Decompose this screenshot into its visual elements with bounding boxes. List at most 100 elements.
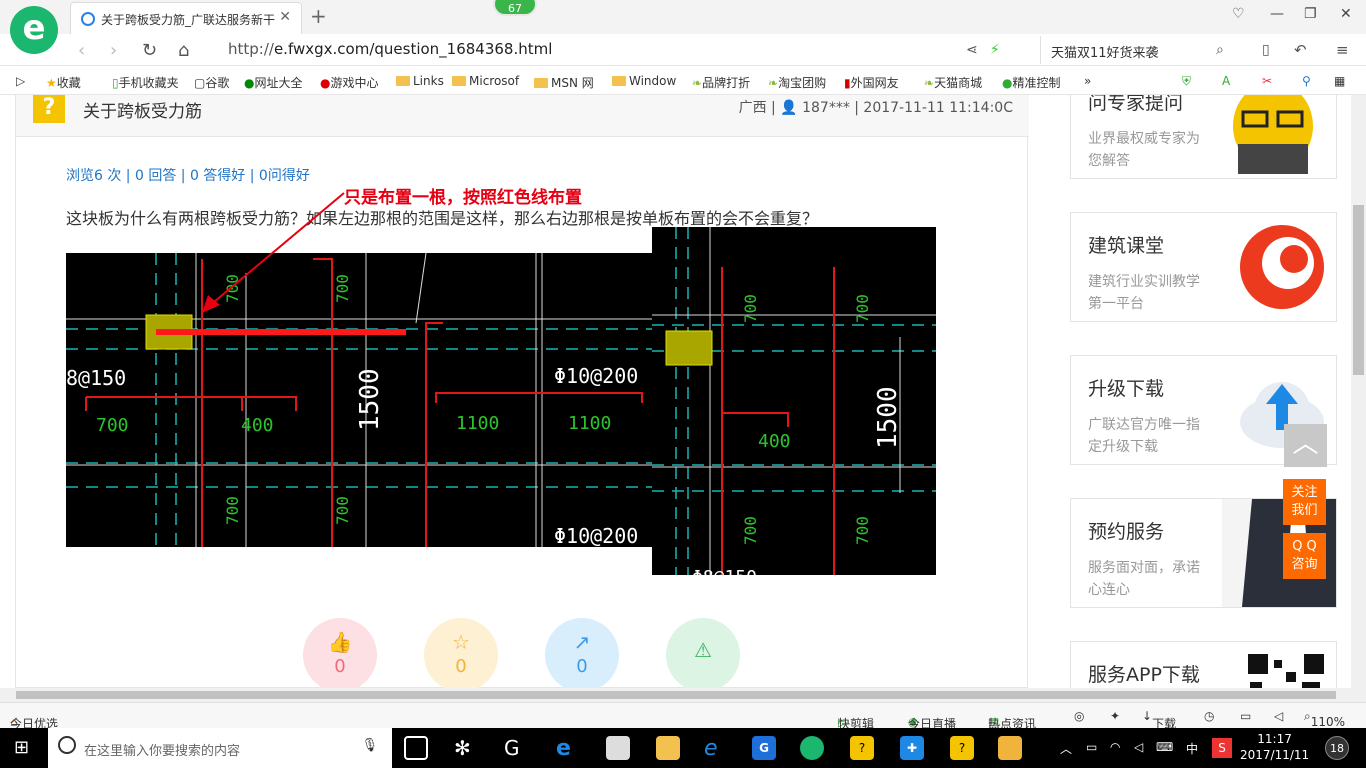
app-download-card[interactable]: 服务APP下载 <box>1070 641 1337 688</box>
glodon-app-icon[interactable]: G <box>752 736 776 760</box>
battery-icon[interactable]: ▭ <box>1086 740 1097 754</box>
minimize-button[interactable]: — <box>1270 6 1284 22</box>
download-link[interactable]: ↓ 下载 <box>1142 709 1176 731</box>
question-app-icon-2[interactable]: ? <box>950 736 974 760</box>
like-button[interactable]: 👍 0 <box>303 618 377 688</box>
bookmark-precise[interactable]: ●精准控制 <box>1002 74 1061 91</box>
bookmark-taobao[interactable]: ❧淘宝团购 <box>768 74 826 91</box>
bookmark-tmall[interactable]: ❧天猫商城 <box>924 74 982 91</box>
search-input[interactable]: 天猫双11好货来袭 <box>1040 36 1240 64</box>
taskbar-search-input[interactable]: 在这里输入你要搜索的内容 🎙 <box>48 728 392 768</box>
undo-icon[interactable]: ↶ <box>1294 41 1307 59</box>
bookmark-links[interactable]: Links <box>396 74 444 88</box>
edge-icon[interactable]: e <box>556 736 580 761</box>
dim-label: 400 <box>241 415 274 436</box>
windows-start-icon[interactable]: ⊞ <box>14 737 29 758</box>
rebar-label: 8@150 <box>66 366 126 390</box>
rebar-label: Φ10@200 <box>554 524 638 547</box>
question-meta: 广西 | 👤 187*** | 2017-11-11 11:14:0C <box>738 100 1013 116</box>
volume-icon[interactable]: ◁ <box>1274 709 1283 723</box>
active-tab[interactable]: 关于跨板受力筋_广联达服务新干 ✕ <box>70 2 302 34</box>
notification-badge[interactable]: 67 <box>493 0 537 16</box>
sogou-icon[interactable]: S <box>1212 738 1232 758</box>
skin-icon[interactable]: ♡ <box>1232 6 1245 22</box>
favorite-button[interactable]: ☆ 0 <box>424 618 498 688</box>
scroll-thumb[interactable] <box>16 691 1336 699</box>
grid-icon[interactable]: ▦ <box>1334 74 1345 88</box>
bookmark-hao[interactable]: ●网址大全 <box>244 74 303 91</box>
menu-icon[interactable]: ≡ <box>1336 41 1349 59</box>
app-g-icon[interactable]: G <box>504 736 528 760</box>
zoom-level[interactable]: ⌕ 110% <box>1304 709 1345 729</box>
dim-label: 700 <box>741 516 760 545</box>
file-explorer-icon[interactable] <box>656 736 680 760</box>
course-logo-icon <box>1240 225 1324 309</box>
horizontal-scrollbar[interactable] <box>0 688 1366 702</box>
scroll-thumb[interactable] <box>1353 205 1364 375</box>
bookmark-microsoft[interactable]: Microsof <box>452 74 519 88</box>
shield-icon[interactable]: ⛨ <box>1182 74 1191 89</box>
tray-arrow-icon[interactable]: ︿ <box>1060 740 1072 757</box>
bookmark-brand[interactable]: ❧品牌打折 <box>692 74 750 91</box>
translate-icon[interactable]: A <box>1222 74 1230 88</box>
bookmark-google[interactable]: ▢谷歌 <box>194 74 229 91</box>
forward-icon[interactable]: › <box>110 40 117 61</box>
star-icon: ☆ <box>452 630 470 654</box>
lightning-icon[interactable]: ⚡ <box>990 42 1000 58</box>
new-tab-button[interactable]: + <box>310 4 327 28</box>
bookmark-favorites[interactable]: ★收藏 <box>46 74 81 91</box>
notification-center-icon[interactable]: 18 <box>1325 736 1349 760</box>
dim-label: 700 <box>96 415 129 436</box>
cad-drawing-right[interactable]: 400 700 700 700 700 1500 Φ8@150 <box>652 227 936 575</box>
search-icon[interactable]: ⌕ <box>1216 42 1224 58</box>
ask-expert-card[interactable]: 问专家提问 业界最权威专家为您解答 <box>1070 95 1337 179</box>
question-app-icon[interactable]: ? <box>850 736 874 760</box>
close-window-button[interactable]: ✕ <box>1340 6 1352 22</box>
ie-icon[interactable]: e <box>704 736 728 761</box>
cad-drawing-left[interactable]: 700 400 1100 1100 700 700 700 700 8@150 … <box>66 253 656 547</box>
speaker-icon[interactable]: ◁ <box>1134 740 1143 754</box>
keyboard-icon[interactable]: ⌨ <box>1156 740 1173 754</box>
cortana-icon <box>58 736 76 754</box>
qq-consult-button[interactable]: Q Q 咨询 <box>1283 533 1326 579</box>
speed-icon[interactable]: ◎ <box>1074 709 1084 723</box>
share-icon[interactable]: ⋖ <box>966 42 978 58</box>
zoom-icon[interactable]: ⚲ <box>1302 74 1311 88</box>
mobile-icon[interactable]: ▯ <box>1262 42 1270 58</box>
course-card[interactable]: 建筑课堂 建筑行业实训教学第一平台 <box>1070 212 1337 322</box>
bookmark-mobile[interactable]: ▯手机收藏夹 <box>112 74 179 91</box>
bookmark-msn[interactable]: MSN 网 <box>534 74 594 91</box>
share-button[interactable]: ↗ 0 <box>545 618 619 688</box>
notes-app-icon[interactable] <box>998 736 1022 760</box>
close-tab-icon[interactable]: ✕ <box>279 9 291 25</box>
system-clock[interactable]: 11:17 2017/11/11 <box>1240 731 1309 763</box>
back-to-top-button[interactable]: ︿ <box>1284 424 1327 467</box>
vertical-scrollbar[interactable] <box>1351 95 1366 688</box>
back-icon[interactable]: ‹ <box>78 40 85 61</box>
store-icon[interactable] <box>606 736 630 760</box>
cross-app-icon[interactable]: ✚ <box>900 736 924 760</box>
follow-us-button[interactable]: 关注 我们 <box>1283 479 1326 525</box>
microphone-icon[interactable]: 🎙 <box>361 738 378 753</box>
url-field[interactable]: http://e.fwxgx.com/question_1684368.html <box>228 40 552 58</box>
reload-icon[interactable]: ↻ <box>142 40 157 61</box>
window-icon[interactable]: ▭ <box>1240 709 1251 723</box>
wifi-icon[interactable]: ◠ <box>1110 740 1120 754</box>
browser-logo-icon[interactable]: e <box>10 6 58 54</box>
browser-taskbar-icon[interactable] <box>800 736 824 760</box>
ime-indicator[interactable]: 中 <box>1186 740 1198 757</box>
more-bookmarks-icon[interactable]: » <box>1084 74 1091 88</box>
bookmark-foreign[interactable]: ▮外国网友 <box>844 74 899 91</box>
pinwheel-app-icon[interactable]: ✻ <box>454 736 478 760</box>
qr-code-icon <box>1244 650 1328 688</box>
history-icon[interactable]: ◷ <box>1204 709 1214 723</box>
home-icon[interactable]: ⌂ <box>178 40 189 61</box>
task-view-icon[interactable] <box>404 736 428 760</box>
bookmark-games[interactable]: ●游戏中心 <box>320 74 379 91</box>
scissors-icon[interactable]: ✂ <box>1262 74 1272 88</box>
report-button[interactable]: ⚠ <box>666 618 740 688</box>
tool-icon[interactable]: ✦ <box>1110 709 1120 723</box>
bookmark-windows[interactable]: Window <box>612 74 676 88</box>
maximize-button[interactable]: ❐ <box>1304 6 1317 22</box>
sidebar-toggle-icon[interactable]: ▷ <box>16 74 25 88</box>
